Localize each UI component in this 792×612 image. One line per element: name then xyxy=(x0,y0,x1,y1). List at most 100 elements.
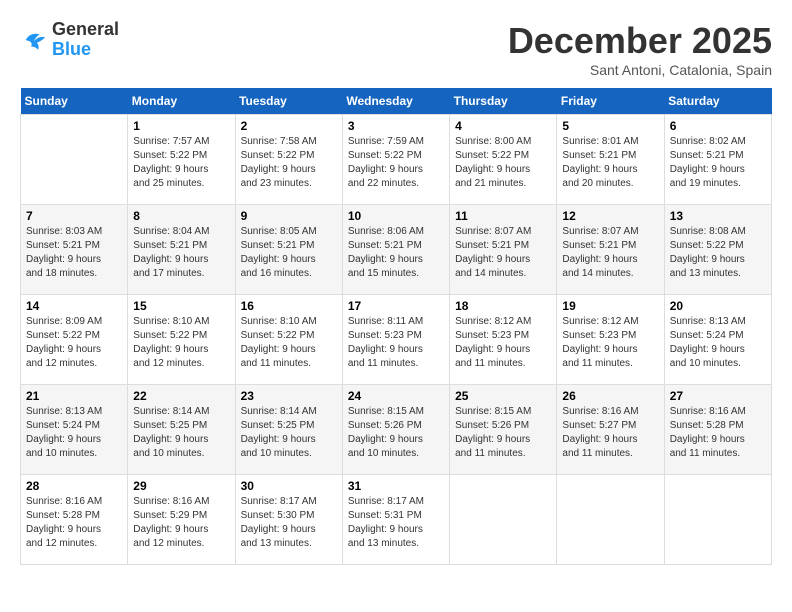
calendar-cell: 28Sunrise: 8:16 AMSunset: 5:28 PMDayligh… xyxy=(21,475,128,565)
day-number: 22 xyxy=(133,389,229,403)
day-number: 30 xyxy=(241,479,337,493)
day-info: Sunrise: 8:02 AMSunset: 5:21 PMDaylight:… xyxy=(670,135,766,191)
logo: General Blue xyxy=(20,20,119,60)
day-info: Sunrise: 8:03 AMSunset: 5:21 PMDaylight:… xyxy=(26,225,122,281)
day-info: Sunrise: 8:13 AMSunset: 5:24 PMDaylight:… xyxy=(26,405,122,461)
day-number: 10 xyxy=(348,209,444,223)
day-number: 15 xyxy=(133,299,229,313)
day-number: 20 xyxy=(670,299,766,313)
day-info: Sunrise: 8:10 AMSunset: 5:22 PMDaylight:… xyxy=(241,315,337,371)
calendar-cell: 31 Sunrise: 8:17 AMSunset: 5:31 PMDayligh… xyxy=(342,475,449,565)
calendar-cell: 15 Sunrise: 8:10 AMSunset: 5:22 PMDayligh… xyxy=(128,295,235,385)
day-info: Sunrise: 8:13 AMSunset: 5:24 PMDaylight:… xyxy=(670,315,766,371)
day-number: 24 xyxy=(348,389,444,403)
calendar-cell: 17 Sunrise: 8:11 AMSunset: 5:23 PMDayligh… xyxy=(342,295,449,385)
day-number: 7 xyxy=(26,209,122,223)
calendar-cell: 24 Sunrise: 8:15 AMSunset: 5:26 PMDayligh… xyxy=(342,385,449,475)
calendar-cell: 9Sunrise: 8:05 AMSunset: 5:21 PMDaylight… xyxy=(235,205,342,295)
calendar-week-row: 14 Sunrise: 8:09 AMSunset: 5:22 PMDayligh… xyxy=(21,295,772,385)
day-number: 8 xyxy=(133,209,229,223)
calendar-cell: 23 Sunrise: 8:14 AMSunset: 5:25 PMDayligh… xyxy=(235,385,342,475)
day-info: Sunrise: 8:07 AMSunset: 5:21 PMDaylight:… xyxy=(562,225,658,281)
calendar-cell xyxy=(21,115,128,205)
day-number: 5 xyxy=(562,119,658,133)
header-day-friday: Friday xyxy=(557,88,664,115)
day-info: Sunrise: 8:17 AMSunset: 5:31 PMDaylight:… xyxy=(348,495,444,551)
day-info: Sunrise: 8:14 AMSunset: 5:25 PMDaylight:… xyxy=(241,405,337,461)
day-info: Sunrise: 8:01 AMSunset: 5:21 PMDaylight:… xyxy=(562,135,658,191)
logo-blue-text: Blue xyxy=(52,40,119,60)
day-info: Sunrise: 8:16 AMSunset: 5:29 PMDaylight:… xyxy=(133,495,229,551)
day-number: 23 xyxy=(241,389,337,403)
day-info: Sunrise: 8:04 AMSunset: 5:21 PMDaylight:… xyxy=(133,225,229,281)
day-number: 17 xyxy=(348,299,444,313)
calendar-cell: 14 Sunrise: 8:09 AMSunset: 5:22 PMDayligh… xyxy=(21,295,128,385)
day-number: 27 xyxy=(670,389,766,403)
calendar-cell: 30 Sunrise: 8:17 AMSunset: 5:30 PMDayligh… xyxy=(235,475,342,565)
day-number: 4 xyxy=(455,119,551,133)
day-info: Sunrise: 8:11 AMSunset: 5:23 PMDaylight:… xyxy=(348,315,444,371)
day-info: Sunrise: 8:16 AMSunset: 5:28 PMDaylight:… xyxy=(26,495,122,551)
day-number: 16 xyxy=(241,299,337,313)
page-header: General Blue December 2025 Sant Antoni, … xyxy=(20,20,772,78)
calendar-cell: 5 Sunrise: 8:01 AMSunset: 5:21 PMDaylight… xyxy=(557,115,664,205)
calendar-cell: 27Sunrise: 8:16 AMSunset: 5:28 PMDayligh… xyxy=(664,385,771,475)
day-info: Sunrise: 8:16 AMSunset: 5:27 PMDaylight:… xyxy=(562,405,658,461)
day-number: 21 xyxy=(26,389,122,403)
header-day-tuesday: Tuesday xyxy=(235,88,342,115)
logo-general-text: General xyxy=(52,20,119,40)
day-number: 12 xyxy=(562,209,658,223)
calendar-cell: 1 Sunrise: 7:57 AMSunset: 5:22 PMDaylight… xyxy=(128,115,235,205)
calendar-cell: 10 Sunrise: 8:06 AMSunset: 5:21 PMDayligh… xyxy=(342,205,449,295)
calendar-cell: 3Sunrise: 7:59 AMSunset: 5:22 PMDaylight… xyxy=(342,115,449,205)
calendar-cell: 7 Sunrise: 8:03 AMSunset: 5:21 PMDaylight… xyxy=(21,205,128,295)
calendar-cell: 11 Sunrise: 8:07 AMSunset: 5:21 PMDayligh… xyxy=(450,205,557,295)
calendar-cell: 2Sunrise: 7:58 AMSunset: 5:22 PMDaylight… xyxy=(235,115,342,205)
day-info: Sunrise: 8:15 AMSunset: 5:26 PMDaylight:… xyxy=(348,405,444,461)
logo-bird-icon xyxy=(20,26,48,54)
calendar-cell: 18Sunrise: 8:12 AMSunset: 5:23 PMDayligh… xyxy=(450,295,557,385)
header-day-sunday: Sunday xyxy=(21,88,128,115)
calendar-cell: 20 Sunrise: 8:13 AMSunset: 5:24 PMDayligh… xyxy=(664,295,771,385)
day-info: Sunrise: 8:10 AMSunset: 5:22 PMDaylight:… xyxy=(133,315,229,371)
day-info: Sunrise: 8:17 AMSunset: 5:30 PMDaylight:… xyxy=(241,495,337,551)
day-number: 25 xyxy=(455,389,551,403)
month-year-title: December 2025 xyxy=(508,20,772,62)
day-number: 11 xyxy=(455,209,551,223)
calendar-cell xyxy=(664,475,771,565)
calendar-cell: 6 Sunrise: 8:02 AMSunset: 5:21 PMDaylight… xyxy=(664,115,771,205)
day-info: Sunrise: 8:15 AMSunset: 5:26 PMDaylight:… xyxy=(455,405,551,461)
calendar-cell: 16 Sunrise: 8:10 AMSunset: 5:22 PMDayligh… xyxy=(235,295,342,385)
day-info: Sunrise: 8:05 AMSunset: 5:21 PMDaylight:… xyxy=(241,225,337,281)
calendar-cell: 12 Sunrise: 8:07 AMSunset: 5:21 PMDayligh… xyxy=(557,205,664,295)
day-info: Sunrise: 7:57 AMSunset: 5:22 PMDaylight:… xyxy=(133,135,229,191)
calendar-cell: 13Sunrise: 8:08 AMSunset: 5:22 PMDayligh… xyxy=(664,205,771,295)
day-info: Sunrise: 8:06 AMSunset: 5:21 PMDaylight:… xyxy=(348,225,444,281)
day-number: 31 xyxy=(348,479,444,493)
day-info: Sunrise: 8:09 AMSunset: 5:22 PMDaylight:… xyxy=(26,315,122,371)
day-info: Sunrise: 8:00 AMSunset: 5:22 PMDaylight:… xyxy=(455,135,551,191)
location-subtitle: Sant Antoni, Catalonia, Spain xyxy=(508,62,772,78)
header-day-wednesday: Wednesday xyxy=(342,88,449,115)
day-info: Sunrise: 8:12 AMSunset: 5:23 PMDaylight:… xyxy=(455,315,551,371)
calendar-week-row: 7 Sunrise: 8:03 AMSunset: 5:21 PMDaylight… xyxy=(21,205,772,295)
calendar-week-row: 28Sunrise: 8:16 AMSunset: 5:28 PMDayligh… xyxy=(21,475,772,565)
day-number: 29 xyxy=(133,479,229,493)
title-area: December 2025 Sant Antoni, Catalonia, Sp… xyxy=(508,20,772,78)
day-number: 1 xyxy=(133,119,229,133)
day-info: Sunrise: 7:58 AMSunset: 5:22 PMDaylight:… xyxy=(241,135,337,191)
day-number: 6 xyxy=(670,119,766,133)
day-number: 19 xyxy=(562,299,658,313)
day-info: Sunrise: 7:59 AMSunset: 5:22 PMDaylight:… xyxy=(348,135,444,191)
day-info: Sunrise: 8:08 AMSunset: 5:22 PMDaylight:… xyxy=(670,225,766,281)
header-day-saturday: Saturday xyxy=(664,88,771,115)
calendar-table: SundayMondayTuesdayWednesdayThursdayFrid… xyxy=(20,88,772,565)
day-info: Sunrise: 8:14 AMSunset: 5:25 PMDaylight:… xyxy=(133,405,229,461)
calendar-cell: 8 Sunrise: 8:04 AMSunset: 5:21 PMDaylight… xyxy=(128,205,235,295)
day-number: 26 xyxy=(562,389,658,403)
day-number: 14 xyxy=(26,299,122,313)
header-day-monday: Monday xyxy=(128,88,235,115)
calendar-cell: 4 Sunrise: 8:00 AMSunset: 5:22 PMDaylight… xyxy=(450,115,557,205)
day-info: Sunrise: 8:07 AMSunset: 5:21 PMDaylight:… xyxy=(455,225,551,281)
calendar-cell: 25 Sunrise: 8:15 AMSunset: 5:26 PMDayligh… xyxy=(450,385,557,475)
